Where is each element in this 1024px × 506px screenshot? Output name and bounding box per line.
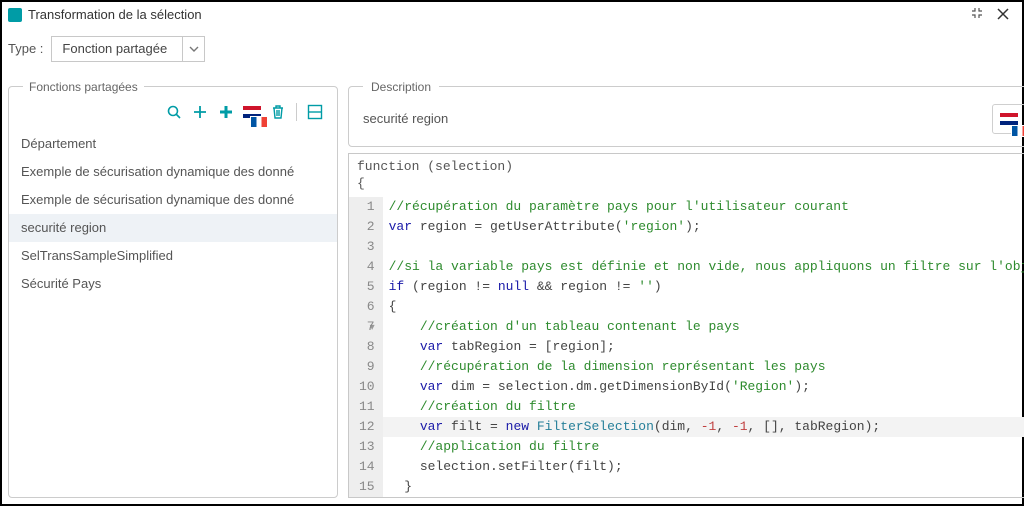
list-item[interactable]: Exemple de sécurisation dynamique des do… — [9, 158, 337, 186]
description-legend: Description — [363, 80, 439, 94]
flag-uk-icon — [1000, 113, 1018, 125]
type-combobox-value: Fonction partagée — [52, 41, 182, 56]
code-editor[interactable]: 123456 ▾789101112131415 //récupération d… — [349, 197, 1024, 497]
plus-heavy-icon[interactable] — [214, 100, 238, 124]
code-lines[interactable]: //récupération du paramètre pays pour l'… — [383, 197, 1024, 497]
shared-functions-legend: Fonctions partagées — [23, 80, 144, 94]
type-label: Type : — [8, 41, 43, 56]
list-item[interactable]: Département — [9, 130, 337, 158]
language-flags-button[interactable] — [992, 104, 1024, 134]
list-item[interactable]: Exemple de sécurisation dynamique des do… — [9, 186, 337, 214]
toolbar-separator — [296, 103, 297, 121]
line-number-gutter: 123456 ▾789101112131415 — [349, 197, 383, 497]
shared-functions-panel: Fonctions partagées — [8, 80, 338, 498]
description-text: securité region — [363, 111, 992, 126]
flags-icon[interactable] — [240, 100, 264, 124]
function-signature: function (selection) { — [349, 154, 1024, 197]
description-panel: Description securité region — [348, 80, 1024, 147]
list-item[interactable]: Sécurité Pays — [9, 270, 337, 298]
flag-fr-icon — [1011, 125, 1024, 137]
trash-icon[interactable] — [266, 100, 290, 124]
window-title: Transformation de la sélection — [28, 7, 964, 22]
list-item[interactable]: securité region — [9, 214, 337, 242]
shared-toolbar — [9, 94, 337, 130]
type-row: Type : Fonction partagée — [2, 28, 1022, 76]
shared-function-list: DépartementExemple de sécurisation dynam… — [9, 130, 337, 298]
chevron-down-icon[interactable] — [182, 37, 204, 61]
search-icon[interactable] — [162, 100, 186, 124]
list-item[interactable]: SelTransSampleSimplified — [9, 242, 337, 270]
titlebar: Transformation de la sélection — [2, 2, 1022, 28]
maximize-button[interactable] — [964, 6, 990, 23]
window-root: Transformation de la sélection Type : Fo… — [0, 0, 1024, 506]
plus-icon[interactable] — [188, 100, 212, 124]
app-icon — [8, 8, 22, 22]
type-combobox[interactable]: Fonction partagée — [51, 36, 205, 62]
code-editor-container: function (selection) { 123456 ▾789101112… — [348, 153, 1024, 498]
layout-icon[interactable] — [303, 100, 327, 124]
right-pane: Description securité region function (se… — [348, 80, 1024, 498]
main-area: Fonctions partagées — [2, 76, 1022, 504]
close-button[interactable] — [990, 7, 1016, 23]
